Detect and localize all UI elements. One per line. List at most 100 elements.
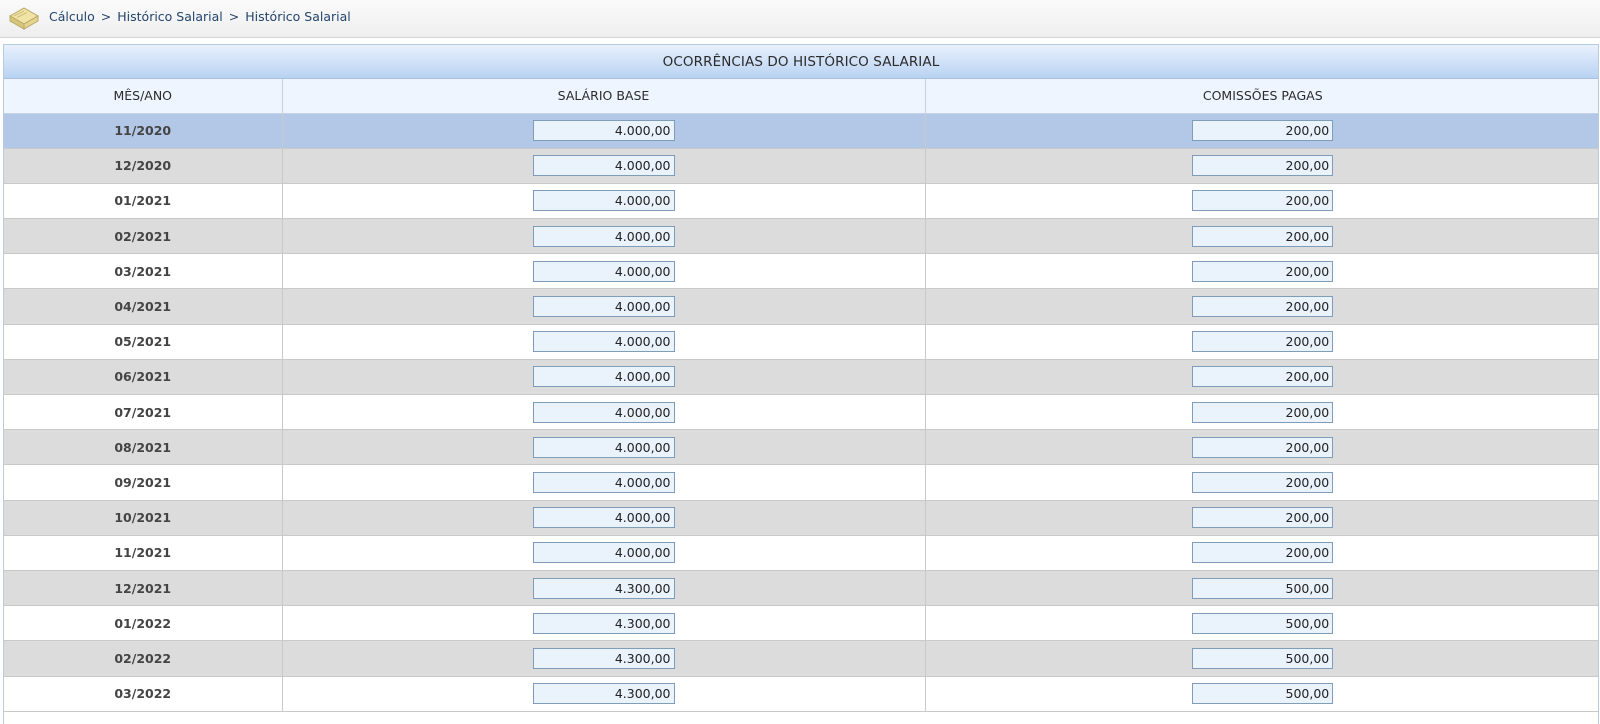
comissoes-pagas-input[interactable]: 500,00 [1192,683,1334,705]
month-cell: 11/2021 [4,535,283,571]
panel-title: OCORRÊNCIAS DO HISTÓRICO SALARIAL [4,45,1598,79]
top-bar: Cálculo > Histórico Salarial > Histórico Sal… [0,0,1600,38]
table-row[interactable]: 06/2021 4.000,00 200,00 [4,359,1598,396]
comissoes-pagas-input[interactable]: 200,00 [1192,331,1334,353]
salario-base-cell: 4.000,00 [282,288,926,325]
breadcrumb-item-historico-salarial[interactable]: Histórico Salarial [117,9,223,24]
comissoes-pagas-input[interactable]: 500,00 [1192,577,1334,599]
table-row[interactable]: 03/2021 4.000,00 200,00 [4,253,1598,290]
comissoes-pagas-input[interactable]: 200,00 [1192,436,1334,458]
salario-base-input[interactable]: 4.000,00 [532,155,675,177]
table-row[interactable]: 08/2021 4.000,00 200,00 [4,429,1598,466]
salario-base-input[interactable]: 4.000,00 [532,471,675,493]
month-cell: 05/2021 [4,324,283,360]
comissoes-pagas-cell: 200,00 [925,464,1598,501]
comissoes-pagas-cell: 200,00 [925,183,1598,220]
table-header-row: MÊS/ANO SALÁRIO BASE COMISSÕES PAGAS [4,79,1598,114]
comissoes-pagas-cell: 200,00 [925,148,1598,184]
salario-base-input[interactable]: 4.300,00 [532,683,675,705]
comissoes-pagas-input[interactable]: 200,00 [1192,471,1334,493]
table-row[interactable]: 10/2021 4.000,00 200,00 [4,500,1598,536]
column-header-salario-base: SALÁRIO BASE [282,79,926,114]
comissoes-pagas-cell: 500,00 [925,605,1598,642]
breadcrumb-separator: > [100,9,112,24]
salario-base-input[interactable]: 4.000,00 [532,366,675,388]
table-row[interactable]: 11/2021 4.000,00 200,00 [4,535,1598,571]
salario-base-input[interactable]: 4.000,00 [532,260,675,282]
salario-base-input[interactable]: 4.300,00 [532,577,675,599]
month-cell: 12/2020 [4,148,283,184]
table-row[interactable]: 03/2022 4.300,00 500,00 [4,676,1598,712]
salario-base-input[interactable]: 4.000,00 [532,436,675,458]
month-cell: 01/2021 [4,183,283,220]
salario-base-input[interactable]: 4.000,00 [532,542,675,564]
month-cell: 02/2021 [4,218,283,255]
table-row[interactable]: 02/2022 4.300,00 500,00 [4,640,1598,677]
month-cell: 07/2021 [4,394,283,431]
table-row[interactable]: 01/2022 4.300,00 500,00 [4,605,1598,642]
comissoes-pagas-input[interactable]: 200,00 [1192,120,1334,142]
salario-base-cell: 4.000,00 [282,394,926,431]
salario-base-cell: 4.000,00 [282,218,926,255]
table-row[interactable]: 07/2021 4.000,00 200,00 [4,394,1598,431]
month-cell: 09/2021 [4,464,283,501]
month-cell: 03/2021 [4,253,283,290]
comissoes-pagas-input[interactable]: 200,00 [1192,225,1334,247]
month-cell: 08/2021 [4,429,283,466]
salario-base-cell: 4.000,00 [282,324,926,360]
column-header-comissoes-pagas: COMISSÕES PAGAS [925,79,1598,114]
comissoes-pagas-cell: 200,00 [925,253,1598,290]
month-cell: 06/2021 [4,359,283,396]
month-cell: 01/2022 [4,605,283,642]
comissoes-pagas-cell: 200,00 [925,500,1598,536]
salary-history-panel: OCORRÊNCIAS DO HISTÓRICO SALARIAL MÊS/AN… [3,44,1599,724]
comissoes-pagas-cell: 200,00 [925,324,1598,360]
comissoes-pagas-input[interactable]: 200,00 [1192,155,1334,177]
salario-base-input[interactable]: 4.000,00 [532,401,675,423]
comissoes-pagas-cell: 200,00 [925,394,1598,431]
table-row[interactable]: 01/2021 4.000,00 200,00 [4,183,1598,220]
comissoes-pagas-input[interactable]: 200,00 [1192,401,1334,423]
table-row[interactable]: 02/2021 4.000,00 200,00 [4,218,1598,255]
comissoes-pagas-input[interactable]: 200,00 [1192,260,1334,282]
breadcrumb-separator: > [228,9,240,24]
comissoes-pagas-input[interactable]: 500,00 [1192,612,1334,634]
month-cell: 11/2020 [4,113,283,149]
table-row[interactable]: 09/2021 4.000,00 200,00 [4,464,1598,501]
comissoes-pagas-input[interactable]: 200,00 [1192,190,1334,212]
comissoes-pagas-cell: 200,00 [925,218,1598,255]
salario-base-cell: 4.000,00 [282,464,926,501]
comissoes-pagas-cell: 200,00 [925,535,1598,571]
salario-base-input[interactable]: 4.000,00 [532,507,675,529]
breadcrumb-current: Histórico Salarial [245,9,351,24]
comissoes-pagas-cell: 500,00 [925,570,1598,607]
salario-base-input[interactable]: 4.000,00 [532,225,675,247]
breadcrumb: Cálculo > Histórico Salarial > Histórico Sal… [49,9,351,24]
salario-base-cell: 4.000,00 [282,113,926,149]
table-row[interactable]: 11/2020 4.000,00 200,00 [4,113,1598,149]
comissoes-pagas-input[interactable]: 200,00 [1192,542,1334,564]
salario-base-cell: 4.000,00 [282,359,926,396]
breadcrumb-item-calculo[interactable]: Cálculo [49,9,95,24]
salario-base-input[interactable]: 4.000,00 [532,331,675,353]
table-row[interactable]: 05/2021 4.000,00 200,00 [4,324,1598,360]
comissoes-pagas-input[interactable]: 200,00 [1192,366,1334,388]
salary-history-table: MÊS/ANO SALÁRIO BASE COMISSÕES PAGAS 11/… [4,79,1598,712]
salario-base-input[interactable]: 4.000,00 [532,296,675,318]
comissoes-pagas-input[interactable]: 500,00 [1192,647,1334,669]
table-row[interactable]: 12/2021 4.300,00 500,00 [4,570,1598,607]
salario-base-input[interactable]: 4.000,00 [532,120,675,142]
table-row[interactable]: 04/2021 4.000,00 200,00 [4,288,1598,325]
comissoes-pagas-cell: 200,00 [925,113,1598,149]
table-row[interactable]: 12/2020 4.000,00 200,00 [4,148,1598,184]
comissoes-pagas-cell: 200,00 [925,288,1598,325]
salario-base-input[interactable]: 4.300,00 [532,612,675,634]
comissoes-pagas-input[interactable]: 200,00 [1192,507,1334,529]
month-cell: 02/2022 [4,640,283,677]
salario-base-input[interactable]: 4.000,00 [532,190,675,212]
month-cell: 03/2022 [4,676,283,712]
comissoes-pagas-input[interactable]: 200,00 [1192,296,1334,318]
salario-base-input[interactable]: 4.300,00 [532,647,675,669]
comissoes-pagas-cell: 500,00 [925,676,1598,712]
salario-base-cell: 4.000,00 [282,183,926,220]
